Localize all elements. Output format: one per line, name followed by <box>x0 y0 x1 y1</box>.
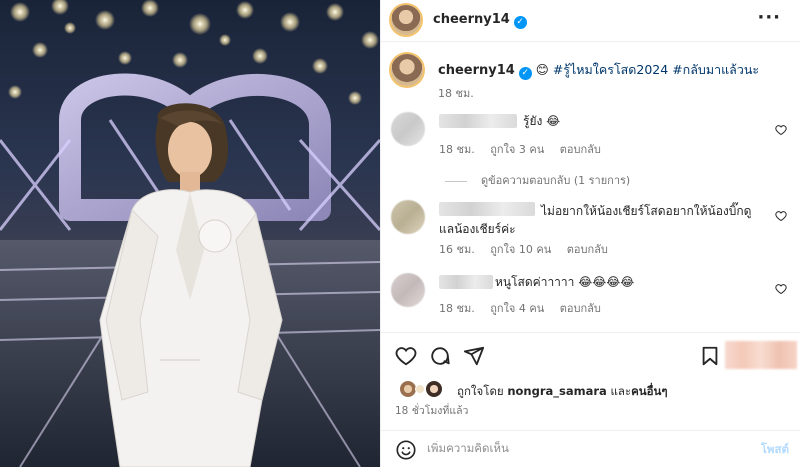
comment-time: 16 ชม. <box>439 243 475 256</box>
post-time-ago: 18 ชั่วโมงที่แล้ว <box>395 405 469 417</box>
caption-emoji: 😊 <box>535 62 549 77</box>
add-comment-bar: โพสต์ <box>381 430 800 467</box>
comment-text: หนูโสดค่าาาาา 😂😂😂😂 <box>495 275 635 289</box>
comment-likes[interactable]: ถูกใจ 3 คน <box>490 143 544 156</box>
author-username[interactable]: cheerny14 <box>433 12 510 27</box>
caption-time: 18 ชม. <box>438 87 474 100</box>
commenter-name-blurred[interactable] <box>439 114 517 128</box>
comment-item: ไม่อยากให้น้องเชียร์โสดอยากให้น้องบิ๊กดู… <box>391 200 791 260</box>
author-avatar[interactable] <box>391 5 421 35</box>
comment-like-heart-icon[interactable] <box>775 210 787 222</box>
emoji-icon[interactable] <box>395 439 417 461</box>
stage-photo-illustration <box>0 0 380 467</box>
comment-item: รู้ยัง 😂 18 ชม. ถูกใจ 3 คน ตอบกลับ <box>391 112 791 162</box>
commenter-avatar[interactable] <box>391 112 425 146</box>
post-photo[interactable] <box>0 0 380 467</box>
comment-icon[interactable] <box>429 345 451 367</box>
reply-button[interactable]: ตอบกลับ <box>567 243 608 256</box>
likes-others-link[interactable]: คนอื่นๆ <box>631 384 668 398</box>
view-replies-button[interactable]: ดูข้อความตอบกลับ (1 รายการ) <box>445 171 630 189</box>
comment-likes[interactable]: ถูกใจ 10 คน <box>490 243 551 256</box>
likes-prefix: ถูกใจโดย <box>457 384 504 398</box>
author-name-row: cheerny14 ✓ <box>433 12 527 29</box>
hashtag-link[interactable]: #รู้ไหมใครโสด2024 <box>553 62 668 77</box>
post-comment-button[interactable]: โพสต์ <box>761 441 789 459</box>
add-comment-input[interactable] <box>427 441 727 455</box>
comment-like-heart-icon[interactable] <box>775 283 787 295</box>
likes-connector: และ <box>610 384 632 398</box>
liker-avatar <box>425 380 443 398</box>
likes-summary[interactable]: ถูกใจโดย nongra_samara และคนอื่นๆ <box>399 380 789 400</box>
send-icon[interactable] <box>463 345 485 367</box>
verified-badge-icon: ✓ <box>513 16 527 29</box>
comment-like-heart-icon[interactable] <box>775 124 787 136</box>
comment-text: ไม่อยากให้น้องเชียร์โสดอยากให้น้องบิ๊กดู… <box>439 204 752 236</box>
caption-username[interactable]: cheerny14 <box>438 63 515 78</box>
commenter-name-blurred[interactable] <box>439 275 493 289</box>
more-options-icon[interactable]: ··· <box>757 9 781 27</box>
caption-avatar[interactable] <box>391 54 423 86</box>
verified-badge-icon: ✓ <box>518 67 532 80</box>
comment-item: หนูโสดค่าาาาา 😂😂😂😂 18 ชม. ถูกใจ 4 คน ตอบ… <box>391 273 791 323</box>
caption-text: cheerny14 ✓ 😊 #รู้ไหมใครโสด2024 #กลับมาแ… <box>438 60 759 80</box>
reply-button[interactable]: ตอบกลับ <box>560 302 601 315</box>
comment-text: รู้ยัง 😂 <box>523 114 561 128</box>
post-actions-bar <box>381 332 800 380</box>
post-detail-panel: cheerny14 ✓ ··· cheerny14 ✓ 😊 #รู้ไหมใคร… <box>380 0 800 467</box>
liker-username[interactable]: nongra_samara <box>507 384 606 398</box>
hashtag-link[interactable]: #กลับมาแล้วนะ <box>672 62 759 77</box>
instagram-post-window: cheerny14 ✓ ··· cheerny14 ✓ 😊 #รู้ไหมใคร… <box>0 0 800 467</box>
comment-meta: 16 ชม. ถูกใจ 10 คน ตอบกลับ <box>439 240 620 258</box>
comment-meta: 18 ชม. ถูกใจ 3 คน ตอบกลับ <box>439 140 613 158</box>
view-replies-label: ดูข้อความตอบกลับ (1 รายการ) <box>481 174 631 187</box>
comment-time: 18 ชม. <box>439 302 475 315</box>
likes-text: ถูกใจโดย nongra_samara และคนอื่นๆ <box>457 383 668 401</box>
heart-icon[interactable] <box>395 345 417 367</box>
comment-likes[interactable]: ถูกใจ 4 คน <box>490 302 544 315</box>
post-header: cheerny14 ✓ ··· <box>381 0 800 42</box>
blurred-overlay <box>725 341 797 369</box>
comment-meta: 18 ชม. ถูกใจ 4 คน ตอบกลับ <box>439 299 613 317</box>
ceiling-lights <box>8 0 379 105</box>
bookmark-icon[interactable] <box>699 345 721 367</box>
comment-time: 18 ชม. <box>439 143 475 156</box>
reply-button[interactable]: ตอบกลับ <box>560 143 601 156</box>
commenter-avatar[interactable] <box>391 200 425 234</box>
commenter-avatar[interactable] <box>391 273 425 307</box>
liker-avatar <box>415 384 425 394</box>
replies-divider <box>445 180 467 182</box>
